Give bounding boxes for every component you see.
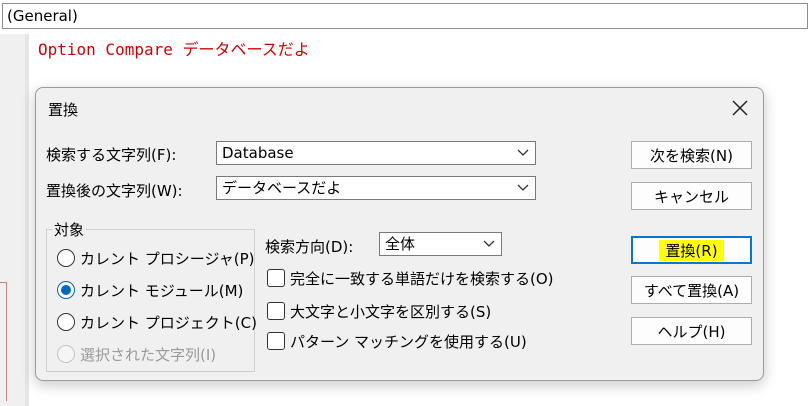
scope-group-title: 対象 — [52, 219, 87, 240]
find-combo[interactable]: Database — [216, 141, 536, 165]
direction-value[interactable]: 全体 — [385, 235, 415, 253]
chevron-down-icon[interactable] — [483, 233, 495, 255]
scope-label-selection: 選択された文字列(I) — [80, 346, 217, 364]
pattern-matching-label[interactable]: パターン マッチングを使用する(U) — [290, 331, 527, 352]
whole-word-label[interactable]: 完全に一致する単語だけを検索する(O) — [290, 268, 554, 289]
help-button[interactable]: ヘルプ(H) — [631, 317, 752, 345]
dialog-titlebar[interactable]: 置換 — [36, 88, 763, 128]
object-combo[interactable]: (General) — [2, 3, 808, 29]
scope-label-module[interactable]: カレント モジュール(M) — [80, 280, 243, 301]
direction-label: 検索方向(D): — [265, 238, 354, 256]
checkbox-whole-word[interactable] — [267, 269, 285, 287]
cancel-button[interactable]: キャンセル — [631, 182, 752, 210]
scope-label-project[interactable]: カレント プロジェクト(C) — [80, 312, 257, 333]
find-input[interactable]: Database — [222, 144, 294, 162]
code-line[interactable]: Option Compare データベースだよ — [38, 36, 310, 60]
side-marker — [0, 282, 7, 401]
direction-combo[interactable]: 全体 — [379, 232, 502, 256]
replace-input[interactable]: データベースだよ — [222, 179, 341, 197]
replace-button[interactable]: 置換(R) — [631, 236, 752, 264]
scope-radio-module[interactable] — [57, 281, 75, 299]
close-button[interactable] — [717, 88, 763, 128]
replace-label: 置換後の文字列(W): — [46, 182, 183, 200]
chevron-down-icon[interactable] — [517, 177, 529, 199]
find-label: 検索する文字列(F): — [46, 146, 177, 164]
scope-label-procedure[interactable]: カレント プロシージャ(P) — [80, 248, 254, 269]
scope-radio-project[interactable] — [57, 313, 75, 331]
replace-all-button[interactable]: すべて置換(A) — [631, 276, 752, 304]
find-next-button[interactable]: 次を検索(N) — [631, 141, 752, 169]
match-case-label[interactable]: 大文字と小文字を区別する(S) — [290, 301, 491, 322]
scope-radio-selection — [57, 345, 75, 363]
dialog-title: 置換 — [48, 101, 79, 119]
checkbox-pattern-matching[interactable] — [267, 332, 285, 350]
chevron-down-icon[interactable] — [517, 142, 529, 164]
close-icon — [732, 100, 748, 116]
replace-combo[interactable]: データベースだよ — [216, 176, 536, 200]
editor-separator — [25, 34, 29, 406]
scope-radio-procedure[interactable] — [57, 249, 75, 267]
checkbox-match-case[interactable] — [267, 302, 285, 320]
replace-dialog: 置換 検索する文字列(F): Database 置換後の文字列(W): データベ… — [35, 87, 764, 381]
replace-button-label: 置換(R) — [659, 239, 724, 261]
